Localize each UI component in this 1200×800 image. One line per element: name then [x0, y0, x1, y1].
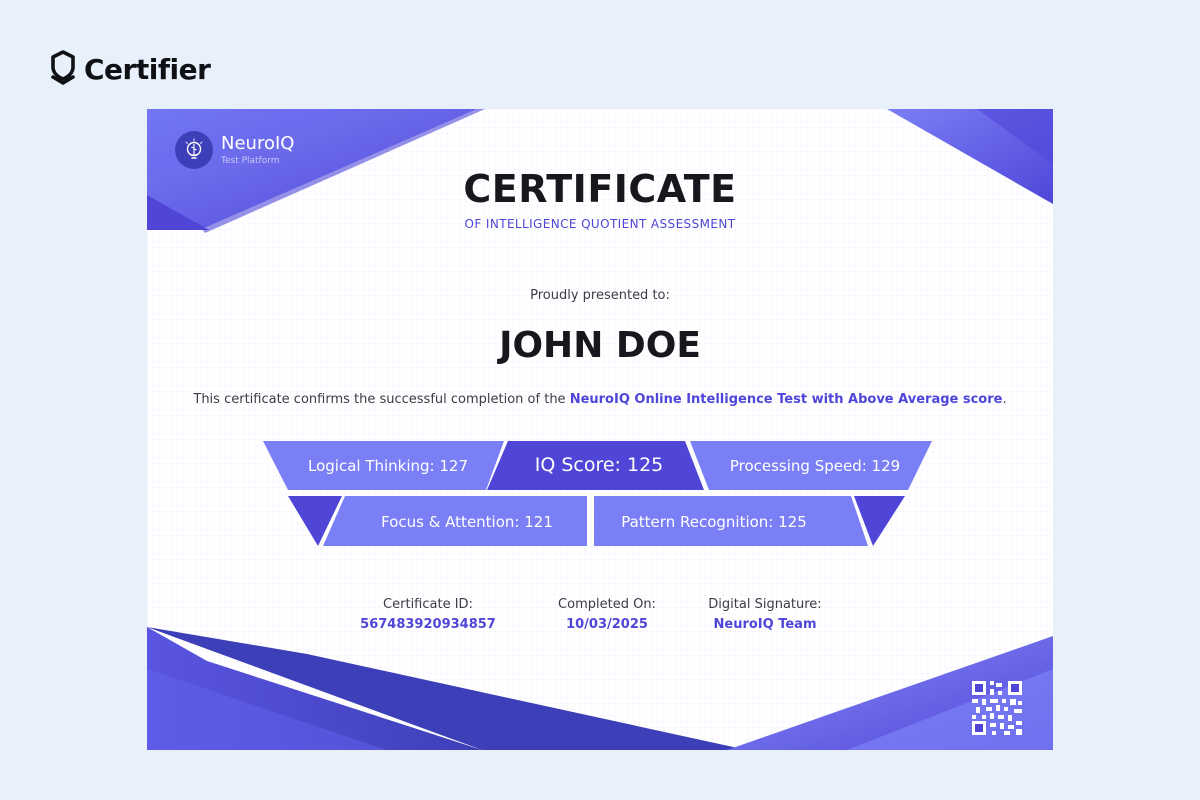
issuer-tagline: Test Platform: [221, 155, 280, 166]
recipient-name: JOHN DOE: [499, 325, 701, 366]
brain-bulb-icon: [175, 131, 213, 169]
certificate-statement: This certificate confirms the successful…: [147, 392, 1053, 407]
certifier-shield-icon: [51, 50, 75, 85]
digital-signature-label: Digital Signature:: [708, 597, 822, 612]
neuroiq-logo: NeuroIQ Test Platform: [175, 131, 294, 169]
completed-on-value: 10/03/2025: [566, 617, 648, 632]
presented-to-label: Proudly presented to:: [530, 288, 670, 303]
focus-attention-score: Focus & Attention: 121: [381, 513, 553, 531]
completed-on-label: Completed On:: [558, 597, 656, 612]
statement-prefix: This certificate confirms the successful…: [193, 392, 570, 407]
statement-highlight: NeuroIQ Online Intelligence Test with Ab…: [569, 392, 1003, 407]
certificate-title: CERTIFICATE: [463, 167, 737, 211]
certificate-id-value: 567483920934857: [360, 617, 496, 632]
pattern-recognition-score: Pattern Recognition: 125: [621, 513, 807, 531]
certificate-id-label: Certificate ID:: [383, 597, 473, 612]
certificate-id-block: Certificate ID: 567483920934857: [348, 597, 508, 632]
certifier-brand: Certifier: [50, 50, 211, 88]
issuer-name: NeuroIQ: [221, 132, 295, 154]
digital-signature-block: Digital Signature: NeuroIQ Team: [685, 597, 845, 632]
digital-signature-value: NeuroIQ Team: [713, 617, 817, 632]
completed-on-block: Completed On: 10/03/2025: [527, 597, 687, 632]
certificate: NeuroIQ Test Platform CERTIFICATE OF INT…: [147, 109, 1053, 750]
qr-code-icon[interactable]: [972, 681, 1022, 735]
logical-thinking-score: Logical Thinking: 127: [307, 457, 468, 475]
certificate-subtitle: OF INTELLIGENCE QUOTIENT ASSESSMENT: [464, 217, 736, 231]
brand-name: Certifier: [84, 52, 211, 86]
statement-suffix: .: [1002, 392, 1007, 407]
processing-speed-score: Processing Speed: 129: [729, 457, 901, 475]
iq-score: IQ Score: 125: [534, 454, 664, 476]
